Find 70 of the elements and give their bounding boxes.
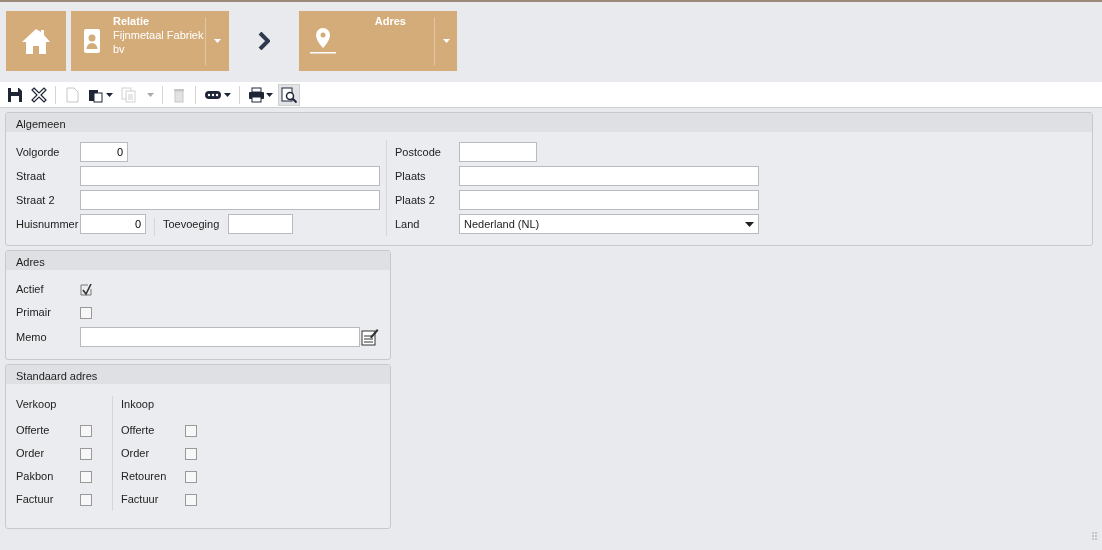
save-icon xyxy=(7,86,23,103)
input-field[interactable] xyxy=(459,190,759,210)
home-icon xyxy=(21,28,51,54)
input-field[interactable] xyxy=(80,166,380,186)
checkbox[interactable] xyxy=(185,447,197,460)
group-label: Verkoop xyxy=(16,397,58,412)
relation-title: Relatie xyxy=(113,15,151,29)
checkbox[interactable] xyxy=(80,424,92,437)
checkbox[interactable] xyxy=(185,424,197,437)
input-field[interactable] xyxy=(228,214,293,234)
input-field[interactable] xyxy=(459,166,759,186)
checkbox-label: Order xyxy=(16,446,46,462)
checkbox-label: Factuur xyxy=(121,492,160,508)
field-label: Volgorde xyxy=(16,144,61,160)
panel-title: Algemeen xyxy=(6,113,1092,132)
trash-icon xyxy=(171,86,187,103)
printer-icon xyxy=(248,86,264,103)
checkbox[interactable] xyxy=(185,493,197,506)
checkbox-label: Factuur xyxy=(16,492,55,508)
checkbox[interactable] xyxy=(80,470,92,483)
input-field[interactable]: 0 xyxy=(80,142,128,162)
edit-note-icon[interactable] xyxy=(361,328,379,346)
location-pin-icon xyxy=(308,27,337,55)
resize-grip-icon[interactable] xyxy=(1092,532,1098,540)
contact-book-icon xyxy=(83,28,101,54)
copy-icon xyxy=(121,86,137,103)
chevron-right-icon xyxy=(258,32,270,50)
input-field[interactable] xyxy=(459,142,537,162)
input-field[interactable] xyxy=(80,190,380,210)
checkbox[interactable] xyxy=(80,447,92,460)
checkbox-label: Order xyxy=(121,446,151,462)
checkbox-label: Offerte xyxy=(16,423,51,439)
address-title: Adres xyxy=(373,15,407,29)
field-label: Plaats 2 xyxy=(395,192,436,208)
field-label: Memo xyxy=(16,329,48,345)
group-label: Inkoop xyxy=(121,397,156,412)
close-icon xyxy=(31,86,47,103)
dropdown-arrow-icon xyxy=(745,221,754,227)
country-dropdown[interactable]: Nederland (NL) xyxy=(459,214,759,234)
caret-icon xyxy=(147,92,154,97)
home-button[interactable] xyxy=(6,11,66,71)
field-label: Plaats xyxy=(395,168,427,184)
panel-title: Adres xyxy=(6,251,390,270)
panel-title: Standaard adres xyxy=(6,365,390,384)
field-label: Primair xyxy=(16,305,52,321)
print-preview-icon xyxy=(281,86,297,103)
field-label: Actief xyxy=(16,282,45,298)
caret-icon xyxy=(442,39,450,43)
checkbox[interactable] xyxy=(80,283,92,296)
document-icon xyxy=(64,86,80,103)
print-preview-button[interactable] xyxy=(278,83,300,106)
checkbox-label: Pakbon xyxy=(16,469,55,485)
checkbox[interactable] xyxy=(185,470,197,483)
caret-icon xyxy=(266,92,273,97)
checkbox-label: Offerte xyxy=(121,423,156,439)
checkbox-label: Retouren xyxy=(121,469,168,485)
field-label: Postcode xyxy=(395,144,442,160)
relation-name: Fijnmetaal Fabriek bv xyxy=(113,28,205,57)
caret-icon xyxy=(106,92,113,97)
field-label: Straat xyxy=(16,168,47,184)
field-label: Straat 2 xyxy=(16,192,56,208)
input-field[interactable]: 0 xyxy=(80,214,146,234)
checkbox[interactable] xyxy=(80,306,92,319)
caret-icon xyxy=(214,39,221,43)
field-label: Huisnummer xyxy=(16,216,80,232)
input-field[interactable] xyxy=(80,327,360,347)
checkbox[interactable] xyxy=(80,493,92,506)
caret-icon xyxy=(224,92,231,97)
field-label: Toevoeging xyxy=(163,216,221,232)
field-label: Land xyxy=(395,216,421,232)
